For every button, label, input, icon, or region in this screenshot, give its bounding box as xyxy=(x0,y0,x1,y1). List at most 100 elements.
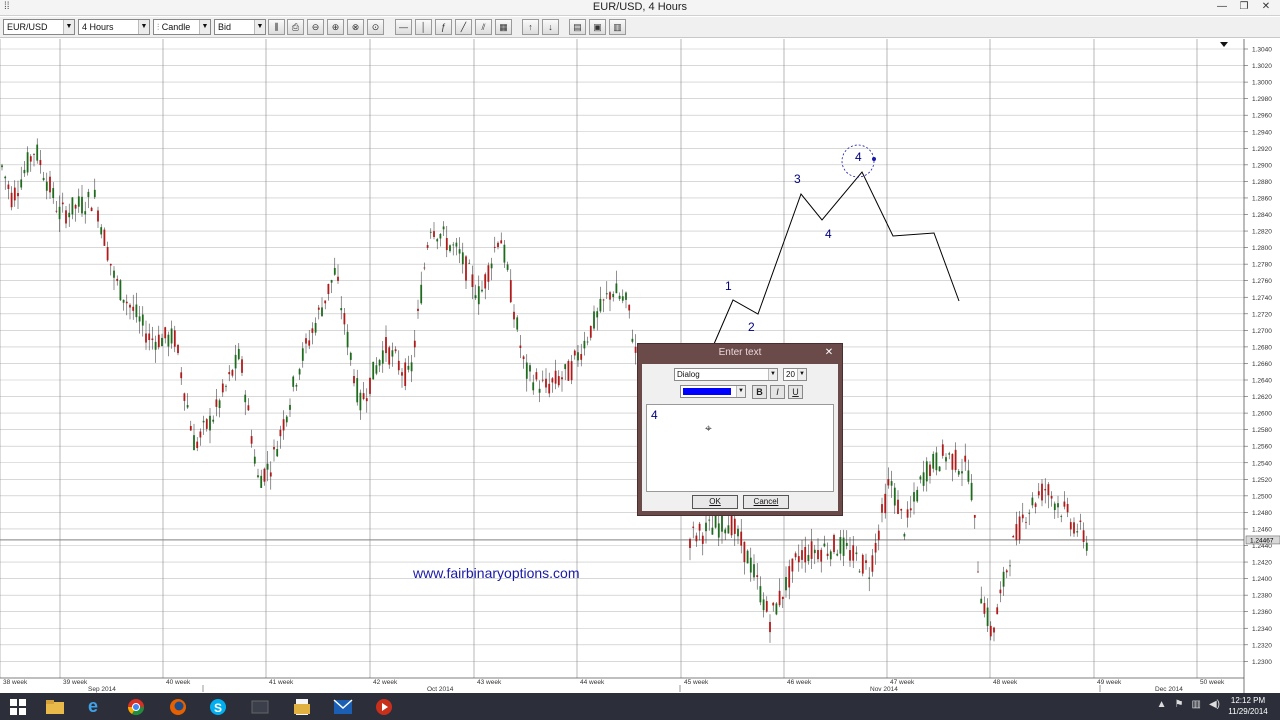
grid-icon[interactable]: ▤ xyxy=(569,19,586,35)
price-type-select[interactable]: Bid ▼ xyxy=(214,19,266,35)
timeframe-select[interactable]: 4 Hours ▼ xyxy=(78,19,150,35)
volume-icon[interactable]: ◀) xyxy=(1209,699,1220,710)
fibonacci-icon[interactable]: ƒ xyxy=(435,19,452,35)
candle-body xyxy=(330,280,333,283)
horizontal-line-icon[interactable]: — xyxy=(395,19,412,35)
tray-arrow-icon[interactable]: ▲ xyxy=(1157,699,1167,710)
candle-body xyxy=(817,550,819,560)
zoom-reset-icon[interactable]: ⊙ xyxy=(367,19,384,35)
firefox-icon[interactable] xyxy=(160,695,196,718)
candle-body xyxy=(618,295,621,299)
network-icon[interactable]: ▥ xyxy=(1192,699,1201,710)
flag-icon[interactable]: ⚑ xyxy=(1175,699,1184,710)
candle-body xyxy=(497,242,499,248)
zoom-out-icon[interactable]: ⊖ xyxy=(307,19,324,35)
internet-explorer-icon[interactable]: e xyxy=(75,695,111,718)
candle-body xyxy=(164,327,167,339)
text-input-area[interactable]: 4 ⌖ xyxy=(646,404,834,492)
file-explorer-icon[interactable] xyxy=(37,695,73,718)
candle-body xyxy=(218,400,221,408)
app-icon[interactable] xyxy=(242,695,278,718)
candle-body xyxy=(580,354,583,360)
arrow-down-icon[interactable]: ↓ xyxy=(542,19,559,35)
candle-body xyxy=(625,292,627,300)
candle-body xyxy=(759,586,762,603)
cancel-button[interactable]: Cancel xyxy=(743,495,789,509)
candle-body xyxy=(474,295,477,299)
candle-body xyxy=(215,399,218,407)
title-bar: ⁞⁞ EUR/USD, 4 Hours — ❐ ✕ xyxy=(0,0,1280,16)
candle-body xyxy=(295,385,298,387)
size-select[interactable]: 20 ▼ xyxy=(783,368,807,381)
minimize-button[interactable]: — xyxy=(1214,0,1230,14)
candle-body xyxy=(61,202,64,205)
wave-label: 4 xyxy=(825,227,832,241)
candle-body xyxy=(778,590,781,606)
candle-body xyxy=(369,377,371,394)
close-button[interactable]: ✕ xyxy=(1258,0,1274,14)
underline-button[interactable]: U xyxy=(788,385,803,399)
color-select[interactable]: ▼ xyxy=(680,385,746,398)
candle-body xyxy=(7,184,10,189)
skype-icon[interactable]: S xyxy=(200,695,236,718)
candle-body xyxy=(180,372,183,379)
print-icon[interactable]: ⎙ xyxy=(287,19,304,35)
candle-body xyxy=(967,470,970,482)
media-player-icon[interactable] xyxy=(366,695,402,718)
documents-icon[interactable] xyxy=(284,695,320,718)
start-button[interactable] xyxy=(0,695,36,718)
price-label: 1.3020 xyxy=(1252,63,1272,70)
week-label: 45 week xyxy=(684,679,709,686)
candle-body xyxy=(570,361,573,381)
candle-body xyxy=(36,144,39,161)
candle-body xyxy=(887,479,890,486)
candle-body xyxy=(884,493,887,514)
vertical-line-icon[interactable]: │ xyxy=(415,19,432,35)
wave-label: 1 xyxy=(725,279,732,293)
price-label: 1.2660 xyxy=(1252,361,1272,368)
candle-body xyxy=(493,246,496,248)
bar-chart-icon[interactable]: ⫼ xyxy=(268,19,285,35)
candle-body xyxy=(93,189,96,198)
save-icon[interactable]: ▣ xyxy=(589,19,606,35)
restore-button[interactable]: ❐ xyxy=(1236,0,1252,14)
zoom-in-icon[interactable]: ⊕ xyxy=(327,19,344,35)
arrow-up-icon[interactable]: ↑ xyxy=(522,19,539,35)
chart-type-select[interactable]: ⫶ Candle ▼ xyxy=(153,19,211,35)
candle-body xyxy=(855,552,858,555)
italic-button[interactable]: I xyxy=(770,385,785,399)
mail-icon[interactable] xyxy=(325,695,361,718)
trend-line-icon[interactable]: ╱ xyxy=(455,19,472,35)
candle-body xyxy=(394,349,397,352)
dialog-close-button[interactable]: ✕ xyxy=(822,346,836,359)
candle-body xyxy=(442,226,445,230)
zoom-fit-icon[interactable]: ⊗ xyxy=(347,19,364,35)
candle-body xyxy=(823,543,826,547)
candle-body xyxy=(173,330,176,347)
month-label: Nov 2014 xyxy=(870,686,898,693)
scroll-marker-icon xyxy=(1220,42,1228,47)
price-label: 1.2520 xyxy=(1252,477,1272,484)
candle-body xyxy=(301,348,304,361)
candle-body xyxy=(221,383,224,393)
chrome-icon[interactable] xyxy=(118,695,154,718)
candle-body xyxy=(161,337,163,347)
month-label: Dec 2014 xyxy=(1155,686,1183,693)
bold-button[interactable]: B xyxy=(752,385,767,399)
settings-icon[interactable]: ▥ xyxy=(609,19,626,35)
channel-icon[interactable]: ⫽ xyxy=(475,19,492,35)
candle-body xyxy=(77,196,80,207)
clock[interactable]: 12:12 PM 11/29/2014 xyxy=(1224,695,1272,717)
font-select[interactable]: Dialog ▼ xyxy=(674,368,778,381)
candle-body xyxy=(356,378,359,403)
month-label: Oct 2014 xyxy=(427,686,454,693)
candle-body xyxy=(125,301,128,304)
candle-body xyxy=(292,376,295,387)
candle-body xyxy=(1037,491,1040,496)
candle-body xyxy=(925,461,928,482)
ok-button[interactable]: OK xyxy=(692,495,738,509)
symbol-select[interactable]: EUR/USD ▼ xyxy=(3,19,75,35)
candle-body xyxy=(228,372,231,375)
indicators-icon[interactable]: ▦ xyxy=(495,19,512,35)
dialog-body: Dialog ▼ 20 ▼ ▼ B I U 4 ⌖ OK Cancel xyxy=(642,364,838,511)
